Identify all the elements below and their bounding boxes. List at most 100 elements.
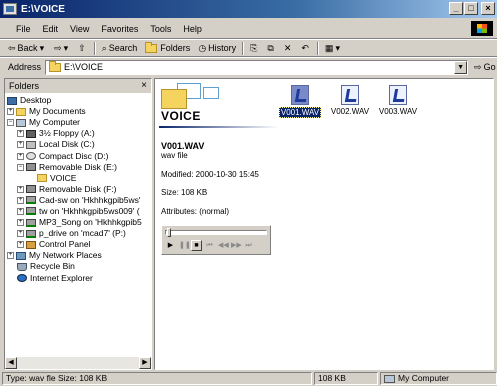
delete-button[interactable]: ✕	[280, 41, 298, 55]
expand-icon[interactable]: +	[17, 230, 24, 238]
tree-item-internet-explorer[interactable]: Internet Explorer	[7, 273, 149, 284]
search-button[interactable]: ⌕ Search	[98, 41, 142, 55]
go-button[interactable]: ⇨ Go	[474, 62, 496, 72]
forward-dropdown-icon[interactable]: ▾	[64, 43, 69, 53]
expand-icon[interactable]: +	[17, 141, 24, 149]
scroll-track[interactable]	[17, 357, 139, 369]
tree-item-removable-disk-f[interactable]: + Removable Disk (F:)	[7, 184, 149, 195]
scroll-left-button[interactable]: ◀	[5, 357, 17, 369]
tree-item-voice[interactable]: VOICE	[7, 172, 149, 184]
tree-item-local-disk-c[interactable]: + Local Disk (C:)	[7, 139, 149, 150]
control-panel-icon	[26, 240, 36, 249]
views-dropdown-icon[interactable]: ▾	[335, 43, 340, 53]
tree-item-removable-disk-e[interactable]: − Removable Disk (E:)	[7, 162, 149, 173]
wav-file-icon	[389, 85, 407, 105]
go-label: Go	[483, 62, 496, 72]
expand-icon[interactable]: +	[17, 130, 24, 138]
close-button[interactable]: ×	[481, 2, 495, 15]
media-seek-bar[interactable]	[165, 228, 267, 237]
file-item-v002[interactable]: V002.WAV	[325, 85, 375, 116]
menu-file[interactable]: File	[10, 24, 37, 34]
tree-label: p_drive on 'mcad7' (P:)	[39, 228, 126, 239]
maximize-button[interactable]: □	[464, 2, 478, 15]
menu-edit[interactable]: Edit	[37, 24, 65, 34]
menu-tools[interactable]: Tools	[144, 24, 177, 34]
expand-icon[interactable]: +	[17, 241, 24, 249]
back-button[interactable]: ⇦ Back ▾	[4, 41, 50, 55]
expand-icon[interactable]: +	[17, 219, 24, 227]
expand-icon[interactable]: +	[17, 196, 24, 204]
tree-item-network-drive[interactable]: + p_drive on 'mcad7' (P:)	[7, 228, 149, 239]
tree-item-floppy-a[interactable]: + 3½ Floppy (A:)	[7, 128, 149, 139]
expand-icon[interactable]: +	[17, 185, 24, 193]
address-dropdown-button[interactable]: ▼	[454, 60, 468, 74]
tree-item-network-drive[interactable]: + tw on 'Hkhhkgpib5ws009' (	[7, 206, 149, 217]
tree-label: Compact Disc (D:)	[39, 150, 109, 161]
copy-to-button[interactable]: ⧉	[263, 41, 279, 55]
seek-thumb[interactable]	[167, 228, 171, 237]
windows-logo-icon	[471, 21, 493, 36]
tree-item-network-drive[interactable]: + Cad-sw on 'Hkhhkgpib5ws'	[7, 195, 149, 206]
expand-icon[interactable]: +	[7, 252, 14, 260]
window-title: E:\VOICE	[21, 3, 65, 15]
address-input[interactable]: E:\VOICE ▼	[45, 59, 469, 75]
menu-help[interactable]: Help	[177, 24, 208, 34]
undo-button[interactable]: ↶	[297, 41, 315, 55]
tree-item-compact-disc-d[interactable]: + Compact Disc (D:)	[7, 150, 149, 161]
delete-icon: ✕	[283, 43, 292, 53]
stop-icon[interactable]: ■	[191, 240, 202, 251]
tree-item-control-panel[interactable]: + Control Panel	[7, 239, 149, 250]
pause-icon[interactable]: ❚❚	[178, 240, 191, 251]
tree-item-my-documents[interactable]: + My Documents	[7, 106, 149, 117]
tree-label: 3½ Floppy (A:)	[39, 128, 95, 139]
back-dropdown-icon[interactable]: ▾	[40, 43, 45, 53]
history-button[interactable]: ◷ History	[194, 41, 240, 55]
minimize-button[interactable]: _	[449, 2, 463, 15]
wav-file-icon	[291, 85, 309, 105]
scroll-right-button[interactable]: ▶	[139, 357, 151, 369]
tree-item-network-drive[interactable]: + MP3_Song on 'Hkhhkgpib5	[7, 217, 149, 228]
collapse-icon[interactable]: −	[7, 119, 14, 127]
media-preview-player: ▶ ❚❚ ■ ⏮ ◀◀ ▶▶ ⏭	[161, 225, 271, 255]
wav-file-icon	[341, 85, 359, 105]
menu-bar: File Edit View Favorites Tools Help	[0, 20, 497, 38]
play-icon[interactable]: ▶	[165, 240, 176, 251]
up-folder-icon: ⇧	[78, 43, 86, 53]
title-bar[interactable]: E:\VOICE _ □ ×	[0, 0, 497, 18]
tree-item-my-network-places[interactable]: + My Network Places	[7, 250, 149, 261]
window-icon[interactable]	[3, 3, 17, 15]
explorer-window: E:\VOICE _ □ × File Edit View Favorites …	[0, 0, 497, 386]
folders-close-icon[interactable]: ×	[141, 79, 147, 93]
cd-drive-icon	[26, 152, 36, 161]
file-item-v001[interactable]: V001.WAV	[275, 85, 325, 118]
forward-button[interactable]: ⇨ ▾	[50, 41, 74, 55]
status-zone: My Computer	[380, 372, 497, 385]
skip-forward-icon[interactable]: ⏭	[243, 240, 254, 251]
expand-icon[interactable]: +	[17, 152, 24, 160]
tree-item-my-computer[interactable]: − My Computer	[7, 117, 149, 128]
menu-favorites[interactable]: Favorites	[95, 24, 144, 34]
address-folder-icon	[49, 60, 62, 72]
menu-view[interactable]: View	[64, 24, 95, 34]
folder-tree-scrollbar[interactable]: ◀ ▶	[5, 357, 151, 369]
file-item-v003[interactable]: V003.WAV	[373, 85, 423, 116]
desktop-icon	[7, 96, 17, 105]
tree-item-desktop[interactable]: Desktop	[7, 95, 149, 106]
expand-icon[interactable]: +	[17, 207, 24, 215]
collapse-icon[interactable]: −	[17, 163, 24, 171]
removable-disk-icon	[26, 163, 36, 172]
expand-icon[interactable]: +	[7, 108, 14, 116]
folders-button[interactable]: Folders	[141, 41, 194, 55]
up-button[interactable]: ⇧	[74, 41, 92, 55]
skip-back-icon[interactable]: ⏮	[204, 240, 215, 251]
tree-item-recycle-bin[interactable]: Recycle Bin	[7, 261, 149, 272]
banner-box	[203, 87, 219, 99]
views-button[interactable]: ▦ ▾	[321, 41, 346, 55]
rewind-icon[interactable]: ◀◀	[217, 240, 229, 251]
move-to-button[interactable]: ⎘	[246, 41, 263, 55]
selected-file-type: wav file	[161, 151, 188, 160]
tree-label: Removable Disk (E:)	[39, 161, 117, 172]
address-value: E:\VOICE	[64, 62, 104, 72]
fast-forward-icon[interactable]: ▶▶	[230, 240, 242, 251]
back-label: Back	[17, 43, 38, 53]
